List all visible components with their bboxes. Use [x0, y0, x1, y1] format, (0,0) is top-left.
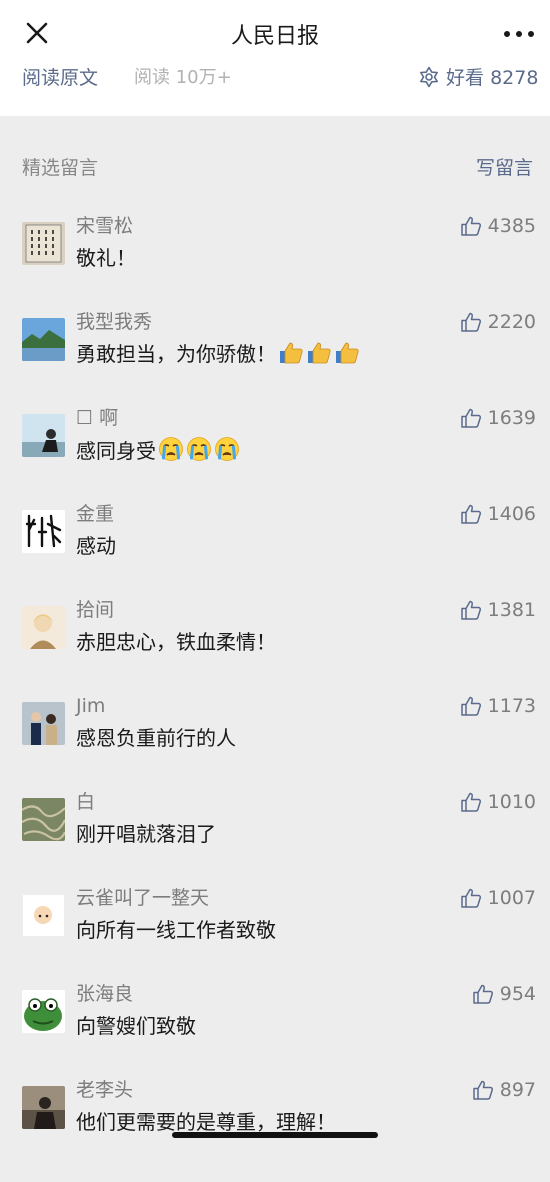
- comment-text: 勇敢担当，为你骄傲！: [76, 340, 360, 372]
- comment-item: 白刚开唱就落泪了 1010: [0, 791, 550, 894]
- thumbs-up-icon: [460, 503, 482, 525]
- avatar[interactable]: [22, 318, 65, 361]
- read-original-link[interactable]: 阅读原文: [22, 66, 98, 90]
- avatar[interactable]: [22, 894, 65, 937]
- comment-text: 感恩负重前行的人: [76, 724, 236, 752]
- comment-like-count: 1007: [487, 887, 536, 909]
- thumbs-up-icon: [460, 791, 482, 813]
- comment-item: 我型我秀勇敢担当，为你骄傲！ 2220: [0, 311, 550, 414]
- wow-like-number: 8278: [490, 67, 539, 89]
- comment-text-content: 感同身受: [76, 439, 156, 463]
- thumbs-up-icon: [460, 887, 482, 909]
- avatar[interactable]: [22, 798, 65, 841]
- avatar[interactable]: [22, 510, 65, 553]
- comment-like-button[interactable]: 1010: [460, 790, 536, 814]
- comment-text: 感动: [76, 532, 116, 560]
- comment-text-content: 向警嫂们致敬: [76, 1014, 196, 1038]
- wow-like-label: 好看: [446, 67, 485, 89]
- comment-like-count: 1639: [487, 407, 536, 429]
- comment-text: 赤胆忠心，铁血柔情！: [76, 628, 276, 656]
- comment-like-button[interactable]: 954: [472, 982, 536, 1006]
- comment-text: 刚开唱就落泪了: [76, 820, 216, 848]
- comment-text-content: 勇敢担当，为你骄傲！: [76, 342, 276, 366]
- comment-item: 张海良向警嫂们致敬 954: [0, 983, 550, 1086]
- comment-text-content: 感动: [76, 534, 116, 558]
- thumbs-up-icon: [460, 215, 482, 237]
- avatar[interactable]: [22, 222, 65, 265]
- comment-like-count: 1406: [487, 503, 536, 525]
- avatar[interactable]: [22, 414, 65, 457]
- comment-text-content: 刚开唱就落泪了: [76, 822, 216, 846]
- article-stats-bar: 阅读原文 阅读 10万+ 好看 8278: [0, 66, 550, 116]
- comment-like-count: 1010: [487, 791, 536, 813]
- comment-item: ☐ 啊感同身受 1639: [0, 407, 550, 510]
- comment-text: 敬礼！: [76, 244, 136, 272]
- comment-text-content: 向所有一线工作者致敬: [76, 918, 276, 942]
- comment-item: 拾间赤胆忠心，铁血柔情！ 1381: [0, 599, 550, 702]
- comment-text-content: 赤胆忠心，铁血柔情！: [76, 630, 276, 654]
- comment-item: 云雀叫了一整天向所有一线工作者致敬 1007: [0, 887, 550, 990]
- home-indicator[interactable]: [172, 1132, 378, 1138]
- page-title: 人民日报: [230, 24, 319, 49]
- comment-like-button[interactable]: 1173: [460, 694, 536, 718]
- commenter-name[interactable]: 拾间: [76, 598, 114, 622]
- comment-text-content: 敬礼！: [76, 246, 136, 270]
- comment-item: Jim 感恩负重前行的人 1173: [0, 695, 550, 798]
- thumbs-up-icon: [472, 983, 494, 1005]
- avatar[interactable]: [22, 702, 65, 745]
- comment-like-count: 897: [499, 1079, 536, 1101]
- thumbs-up-emoji: [278, 341, 304, 372]
- read-count: 阅读 10万+: [134, 67, 232, 88]
- comment-text-content: 感恩负重前行的人: [76, 726, 236, 750]
- crying-emoji: [186, 436, 212, 469]
- comment-text: 感同身受: [76, 436, 240, 469]
- commenter-name[interactable]: 宋雪松: [76, 214, 133, 238]
- comment-like-count: 1173: [487, 695, 536, 717]
- thumbs-up-icon: [472, 1079, 494, 1101]
- more-icon[interactable]: [503, 30, 535, 38]
- comment-like-button[interactable]: 1639: [460, 406, 536, 430]
- write-comment-link[interactable]: 写留言: [476, 156, 533, 180]
- commenter-name[interactable]: 我型我秀: [76, 310, 152, 334]
- commenter-name[interactable]: 云雀叫了一整天: [76, 886, 209, 910]
- thumbs-up-icon: [460, 599, 482, 621]
- comment-like-button[interactable]: 2220: [460, 310, 536, 334]
- comment-text: 向警嫂们致敬: [76, 1012, 196, 1040]
- comment-like-count: 2220: [487, 311, 536, 333]
- commenter-name[interactable]: 张海良: [76, 982, 133, 1006]
- comment-like-button[interactable]: 1406: [460, 502, 536, 526]
- thumbs-up-emoji: [306, 341, 332, 372]
- commenter-name[interactable]: 金重: [76, 502, 114, 526]
- comment-like-count: 1381: [487, 599, 536, 621]
- commenter-name[interactable]: Jim: [76, 694, 105, 718]
- featured-comments-label: 精选留言: [22, 157, 99, 179]
- thumbs-up-icon: [460, 407, 482, 429]
- crying-emoji: [158, 436, 184, 469]
- avatar[interactable]: [22, 990, 65, 1033]
- avatar[interactable]: [22, 1086, 65, 1129]
- comments-header: 精选留言 写留言: [0, 116, 550, 196]
- comment-like-button[interactable]: 1381: [460, 598, 536, 622]
- wow-like-icon[interactable]: [418, 66, 440, 88]
- wow-like-count[interactable]: 好看 8278: [446, 66, 538, 90]
- thumbs-up-icon: [460, 311, 482, 333]
- avatar[interactable]: [22, 606, 65, 649]
- comment-like-button[interactable]: 4385: [460, 214, 536, 238]
- comment-like-count: 4385: [487, 215, 536, 237]
- comment-item: 金重感动 1406: [0, 503, 550, 606]
- comment-text-content: 他们更需要的是尊重，理解！: [76, 1110, 336, 1134]
- comment-text: 向所有一线工作者致敬: [76, 916, 276, 944]
- crying-emoji: [214, 436, 240, 469]
- title-bar: 人民日报: [0, 0, 550, 66]
- commenter-name[interactable]: ☐ 啊: [76, 406, 118, 430]
- thumbs-up-emoji: [334, 341, 360, 372]
- comment-like-button[interactable]: 1007: [460, 886, 536, 910]
- commenter-name[interactable]: 白: [76, 790, 95, 814]
- comment-like-button[interactable]: 897: [472, 1078, 536, 1102]
- commenter-name[interactable]: 老李头: [76, 1078, 133, 1102]
- thumbs-up-icon: [460, 695, 482, 717]
- comment-item: 宋雪松敬礼！ 4385: [0, 215, 550, 318]
- comment-like-count: 954: [499, 983, 536, 1005]
